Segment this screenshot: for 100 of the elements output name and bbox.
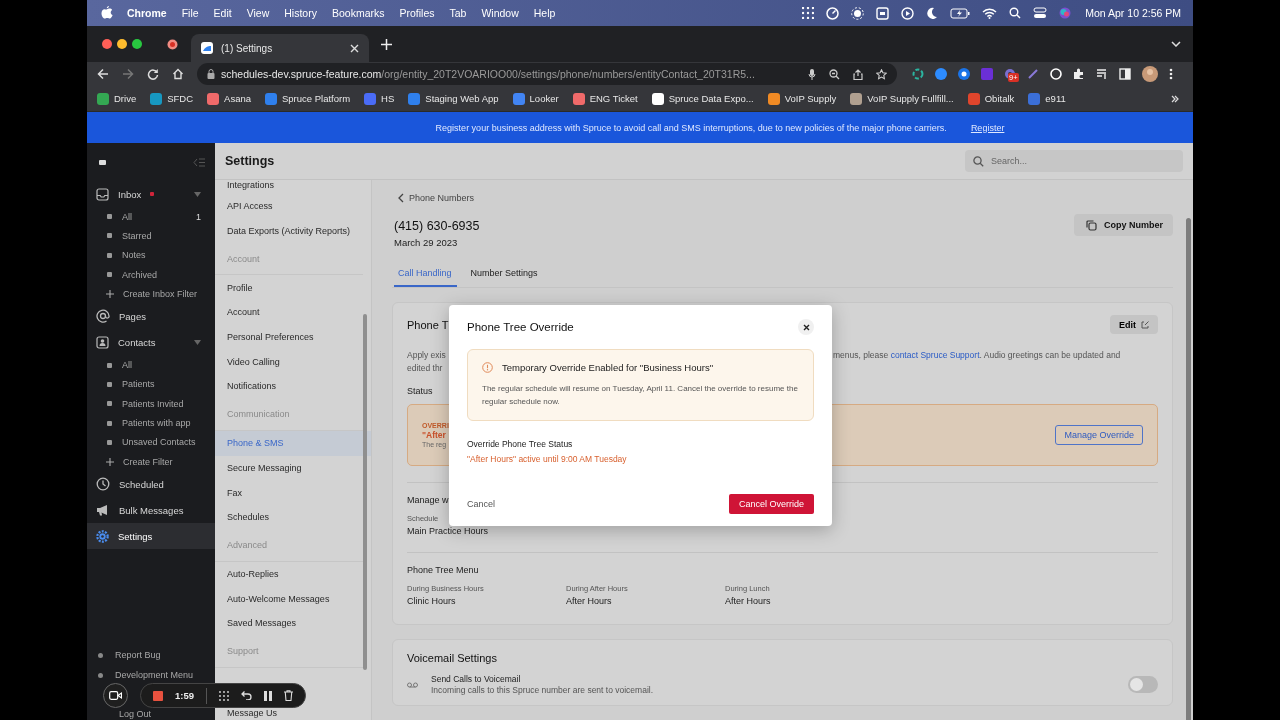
menu-item[interactable]: History	[284, 7, 317, 19]
scrollbar[interactable]	[1186, 218, 1191, 720]
bookmark[interactable]: Staging Web App	[408, 92, 499, 105]
battery-icon[interactable]	[950, 7, 971, 19]
bookmark[interactable]: SFDC	[150, 92, 194, 105]
reading-list-icon[interactable]	[1096, 68, 1108, 80]
settings-nav-item[interactable]: Personal Preferences	[215, 324, 371, 350]
star-icon[interactable]	[876, 68, 887, 80]
apple-icon[interactable]	[101, 6, 113, 20]
sidebar-item[interactable]: Settings	[87, 523, 215, 550]
sun-icon[interactable]	[851, 6, 865, 20]
settings-nav-item[interactable]: Video Calling	[215, 349, 371, 375]
bookmark[interactable]: HS	[364, 92, 395, 105]
menu-item[interactable]: View	[246, 7, 270, 19]
grid-icon[interactable]	[802, 7, 815, 19]
sidebar-subitem[interactable]: Patients	[87, 374, 215, 395]
cancel-override-button[interactable]: Cancel Override	[728, 494, 814, 514]
sidebar-subitem[interactable]: All 1	[87, 207, 215, 227]
back-link[interactable]: Phone Numbers	[398, 190, 1173, 206]
sidebar-subitem[interactable]: Archived	[87, 264, 215, 285]
sidebar-subitem[interactable]: Unsaved Contacts	[87, 432, 215, 452]
address-bar[interactable]: schedules-dev.spruce-feature.com/org/entity_20T2VOARIOO00/settings/phone/numbers/entityContact_20T31R5...	[197, 63, 897, 85]
close-button[interactable]	[798, 319, 814, 335]
menu-item[interactable]: Edit	[213, 7, 232, 19]
grid-icon[interactable]	[219, 690, 229, 701]
menu-item[interactable]: Help	[533, 7, 556, 19]
sidebar-subitem[interactable]: Starred	[87, 226, 215, 246]
bookmark[interactable]: Spruce Data Expo...	[651, 92, 754, 105]
pause-icon[interactable]	[264, 690, 272, 701]
bookmark[interactable]: VoIP Supply	[767, 92, 837, 105]
avatar[interactable]	[1142, 66, 1158, 82]
cancel-button[interactable]: Cancel	[467, 499, 495, 509]
sidebar-subitem[interactable]: Create Inbox Filter	[87, 284, 215, 304]
bookmark[interactable]: Drive	[97, 92, 137, 105]
manage-override-button[interactable]: Manage Override	[1055, 425, 1143, 445]
more-bookmarks-icon[interactable]	[1171, 94, 1179, 103]
caret-icon[interactable]	[194, 191, 201, 197]
tab[interactable]: Number Settings	[466, 268, 543, 287]
new-tab-icon[interactable]	[381, 38, 392, 50]
menu-item[interactable]: Tab	[449, 7, 467, 19]
scrollbar[interactable]	[363, 314, 367, 670]
siri-icon[interactable]	[1059, 7, 1072, 19]
menu-item[interactable]: File	[181, 7, 199, 19]
bookmark[interactable]: Asana	[207, 92, 251, 105]
copy-number-button[interactable]: Copy Number	[1074, 214, 1173, 236]
bookmark[interactable]: e911	[1028, 92, 1066, 105]
settings-nav-item[interactable]: Secure Messaging	[215, 455, 371, 481]
extension-icon[interactable]	[958, 68, 970, 80]
sidebar-item[interactable]: Contacts	[87, 329, 215, 356]
undo-icon[interactable]	[241, 691, 252, 700]
trash-icon[interactable]	[284, 690, 293, 701]
sidebar-footer-item[interactable]: Report Bug	[98, 643, 161, 667]
settings-nav-item[interactable]: Saved Messages	[215, 610, 371, 636]
edit-button[interactable]: Edit	[1110, 315, 1158, 334]
gauge-icon[interactable]	[826, 6, 840, 20]
share-icon[interactable]	[853, 68, 863, 80]
moon-icon[interactable]	[926, 7, 939, 19]
stop-icon[interactable]	[153, 690, 163, 701]
forward-icon[interactable]	[122, 68, 134, 80]
sidebar-subitem[interactable]: All	[87, 355, 215, 375]
menu-item[interactable]: Chrome	[127, 7, 167, 19]
menu-item[interactable]: Window	[481, 7, 519, 19]
menu-item[interactable]: Profiles	[399, 7, 435, 19]
reload-icon[interactable]	[147, 68, 159, 80]
window-controls[interactable]	[101, 38, 145, 50]
sidebar-item[interactable]: Inbox	[87, 181, 215, 207]
bookmark[interactable]: Spruce Platform	[265, 92, 351, 105]
settings-nav-item[interactable]: Message Us	[215, 705, 371, 720]
search-icon[interactable]	[1009, 7, 1022, 19]
settings-nav-item[interactable]: Fax	[215, 480, 371, 505]
bookmark[interactable]: Looker	[512, 92, 559, 105]
settings-nav-item[interactable]: Schedules	[215, 504, 371, 530]
window-icon[interactable]	[876, 6, 890, 20]
sidebar-item[interactable]: Pages	[87, 303, 215, 330]
sidebar-footer-item[interactable]: Development Menu	[98, 667, 194, 683]
wifi-icon[interactable]	[982, 7, 998, 19]
bookmark[interactable]: Obitalk	[967, 92, 1015, 105]
home-icon[interactable]	[172, 68, 184, 80]
sidebar-footer-item[interactable]: Log Out	[119, 709, 152, 720]
back-icon[interactable]	[97, 68, 109, 80]
sidebar-subitem[interactable]: Patients with app	[87, 413, 215, 433]
sidebar-subitem[interactable]: Notes	[87, 245, 215, 265]
settings-nav-item[interactable]: API Access	[215, 194, 371, 219]
puzzle-icon[interactable]	[1073, 68, 1085, 80]
settings-nav-item[interactable]: Profile	[215, 275, 371, 301]
side-panel-icon[interactable]	[1119, 68, 1131, 80]
sidebar-subitem[interactable]: Patients Invited	[87, 394, 215, 414]
settings-nav-item[interactable]: Notifications	[215, 374, 371, 399]
zoom-icon[interactable]	[829, 68, 840, 80]
settings-nav-item[interactable]: Auto-Welcome Messages	[215, 586, 371, 611]
browser-tab[interactable]: (1) Settings	[191, 34, 369, 62]
bookmark[interactable]: VoIP Supply Fullfill...	[850, 92, 954, 105]
settings-nav-item[interactable]: Auto-Replies	[215, 561, 371, 587]
more-icon[interactable]	[1169, 68, 1173, 80]
clock[interactable]: Mon Apr 10 2:56 PM	[1085, 7, 1181, 19]
control-center-icon[interactable]	[1033, 7, 1048, 19]
sidebar-subitem[interactable]: Create Filter	[87, 451, 215, 472]
logo-icon[interactable]	[99, 159, 106, 165]
chevron-down-icon[interactable]	[1171, 41, 1181, 47]
settings-nav-item[interactable]: Integrations	[215, 180, 371, 194]
